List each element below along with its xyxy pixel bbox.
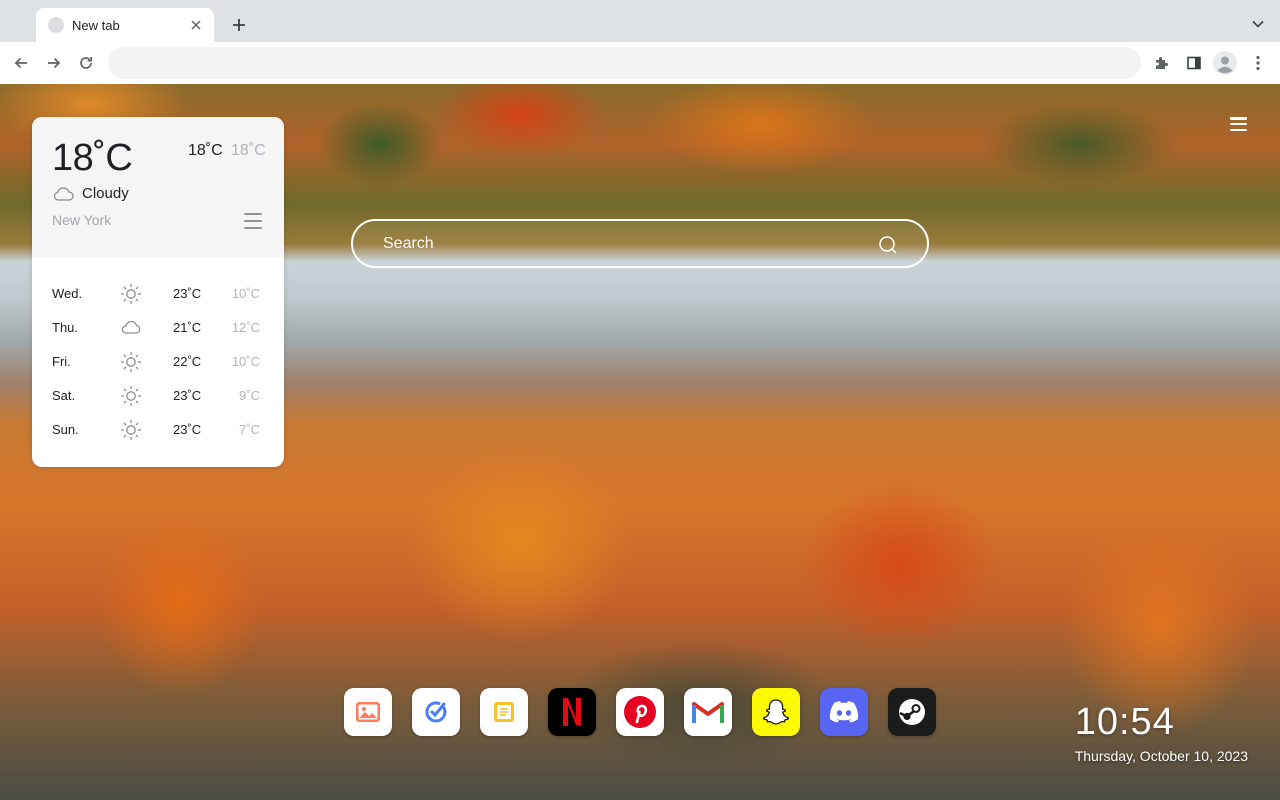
forecast-low: 10˚C	[231, 286, 260, 301]
cloud-icon	[53, 186, 74, 201]
low-temperature: 18˚C	[231, 142, 266, 159]
forecast-day: Fri.	[52, 354, 71, 369]
profile-button[interactable]	[1213, 51, 1237, 75]
weather-menu-icon[interactable]	[244, 213, 262, 229]
pinterest-icon	[624, 696, 656, 728]
steam-icon	[899, 699, 925, 725]
chevron-down-icon	[1252, 20, 1264, 28]
photos-icon	[356, 702, 380, 722]
search-input[interactable]	[383, 233, 863, 255]
side-panel-button[interactable]	[1182, 51, 1206, 75]
forecast-row: Sun. 23˚C 7˚C	[32, 413, 284, 447]
new-tab-page: 18˚C 18˚C 18˚C Cloudy New York Wed. 23˚C…	[0, 84, 1280, 800]
clock-widget: 10:54 Thursday, October 10, 2023	[1075, 701, 1248, 764]
new-tab-button[interactable]	[228, 14, 250, 36]
clock-date: Thursday, October 10, 2023	[1074, 748, 1248, 764]
tab-search-button[interactable]	[1248, 14, 1268, 34]
extensions-button[interactable]	[1150, 51, 1174, 75]
snapchat-app[interactable]	[752, 688, 800, 736]
reload-icon	[80, 57, 93, 69]
sun-icon	[121, 420, 141, 440]
reload-button[interactable]	[74, 51, 98, 75]
high-temperature: 18˚C	[188, 142, 223, 159]
forecast-high: 23˚C	[173, 388, 202, 403]
forecast-high: 23˚C	[173, 422, 202, 437]
tab-favicon	[48, 17, 64, 33]
forecast-low: 12˚C	[231, 320, 260, 335]
tasks-app[interactable]	[412, 688, 460, 736]
weather-current: 18˚C 18˚C 18˚C Cloudy New York	[32, 117, 284, 257]
app-dock	[344, 688, 936, 736]
forecast-row: Sat. 23˚C 9˚C	[32, 379, 284, 413]
weather-forecast: Wed. 23˚C 10˚C Thu. 21˚C 12˚C Fri. 22˚C …	[32, 277, 284, 447]
forecast-high: 23˚C	[173, 286, 202, 301]
plus-icon	[233, 19, 245, 31]
forecast-day: Thu.	[52, 320, 79, 335]
weather-widget: 18˚C 18˚C 18˚C Cloudy New York Wed. 23˚C…	[32, 117, 284, 467]
photos-app[interactable]	[344, 688, 392, 736]
notes-icon	[494, 702, 514, 722]
netflix-icon	[563, 698, 581, 726]
discord-app[interactable]	[820, 688, 868, 736]
arrow-left-icon	[14, 57, 27, 69]
forecast-high: 22˚C	[173, 354, 202, 369]
back-button[interactable]	[9, 51, 33, 75]
side-panel-icon	[1187, 56, 1201, 70]
forecast-row: Wed. 23˚C 10˚C	[32, 277, 284, 311]
sun-icon	[121, 352, 141, 372]
clock-time: 10:54	[1074, 701, 1175, 743]
menu-button[interactable]	[1246, 51, 1270, 75]
steam-app[interactable]	[888, 688, 936, 736]
forecast-low: 7˚C	[239, 422, 260, 437]
forecast-day: Sun.	[52, 422, 79, 437]
forecast-low: 10˚C	[231, 354, 260, 369]
forecast-low: 9˚C	[239, 388, 260, 403]
more-vert-icon	[1256, 55, 1260, 71]
browser-toolbar	[0, 42, 1280, 84]
gmail-icon	[692, 702, 724, 723]
check-icon	[425, 701, 447, 723]
condition-text: Cloudy	[82, 185, 129, 202]
search-bar[interactable]	[351, 219, 929, 268]
weather-city: New York	[52, 212, 112, 228]
tab-strip: New tab	[0, 0, 1280, 42]
forecast-row: Thu. 21˚C 12˚C	[32, 311, 284, 345]
forecast-row: Fri. 22˚C 10˚C	[32, 345, 284, 379]
address-input[interactable]	[124, 55, 1125, 71]
page-menu-icon[interactable]	[1230, 117, 1247, 131]
profile-icon	[1213, 51, 1237, 75]
sun-icon	[121, 386, 141, 406]
search-icon[interactable]	[878, 235, 898, 255]
cloud-icon	[121, 320, 141, 334]
address-bar[interactable]	[108, 47, 1141, 79]
netflix-app[interactable]	[548, 688, 596, 736]
tab-title: New tab	[72, 17, 120, 33]
forecast-day: Sat.	[52, 388, 76, 403]
discord-icon	[829, 701, 859, 723]
forecast-high: 21˚C	[173, 320, 202, 335]
forward-button[interactable]	[42, 51, 66, 75]
forecast-day: Wed.	[52, 286, 83, 301]
arrow-right-icon	[48, 57, 61, 69]
current-temperature: 18˚C	[52, 137, 133, 179]
gmail-app[interactable]	[684, 688, 732, 736]
notes-app[interactable]	[480, 688, 528, 736]
pinterest-app[interactable]	[616, 688, 664, 736]
close-icon[interactable]	[188, 17, 204, 33]
tab-new-tab[interactable]: New tab	[36, 8, 214, 42]
sun-icon	[121, 284, 141, 304]
snapchat-icon	[762, 699, 790, 725]
puzzle-icon	[1156, 57, 1168, 69]
weather-condition: Cloudy	[52, 185, 129, 202]
